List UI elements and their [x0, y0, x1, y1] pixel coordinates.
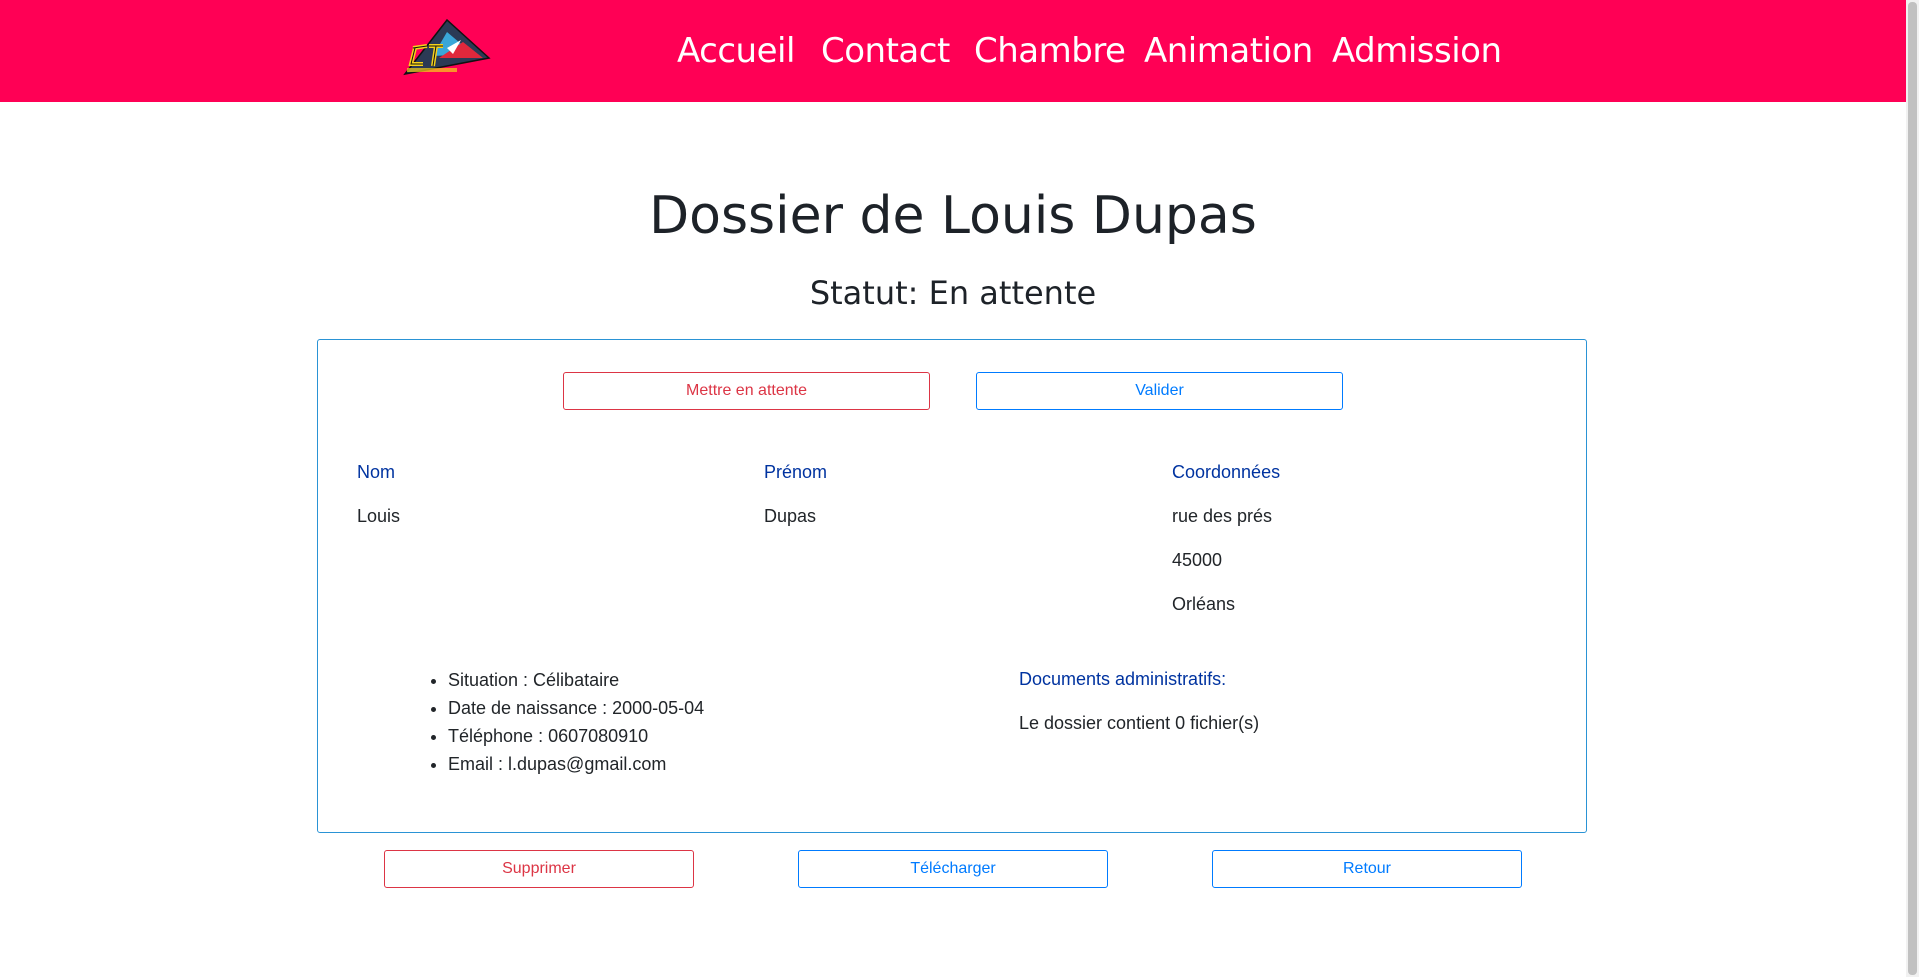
prenom-value: Dupas — [764, 506, 817, 526]
address-city: Orléans — [1172, 594, 1236, 614]
nav-link-animation[interactable]: Animation — [1144, 26, 1313, 76]
nav-link-chambre[interactable]: Chambre — [974, 26, 1126, 76]
top-navbar: Accueil Contact Chambre Animation Admiss… — [0, 0, 1906, 102]
nav-link-admission[interactable]: Admission — [1332, 26, 1502, 76]
documents-summary: Le dossier contient 0 fichier(s) — [1019, 713, 1260, 733]
detail-email: Email : l.dupas@gmail.com — [448, 750, 704, 778]
address-postcode: 45000 — [1172, 550, 1223, 570]
scrollbar-thumb[interactable] — [1908, 2, 1917, 975]
nav-link-contact[interactable]: Contact — [821, 26, 950, 76]
nom-value: Louis — [357, 506, 401, 526]
page-title: Dossier de Louis Dupas — [649, 186, 1257, 246]
page-scrollbar[interactable] — [1906, 0, 1919, 977]
documents-header: Documents administratifs: — [1019, 669, 1227, 689]
details-list: Situation : Célibataire Date de naissanc… — [422, 666, 704, 778]
address-street: rue des prés — [1172, 506, 1273, 526]
nom-header: Nom — [357, 462, 396, 482]
validate-button[interactable]: Valider — [976, 372, 1343, 410]
status-heading: Statut: En attente — [809, 274, 1097, 312]
back-button[interactable]: Retour — [1212, 850, 1522, 888]
detail-birthdate: Date de naissance : 2000-05-04 — [448, 694, 704, 722]
detail-situation: Situation : Célibataire — [448, 666, 704, 694]
hold-button[interactable]: Mettre en attente — [563, 372, 930, 410]
detail-phone: Téléphone : 0607080910 — [448, 722, 704, 750]
nav-link-accueil[interactable]: Accueil — [677, 26, 795, 76]
dt-triangle-logo-icon[interactable] — [403, 18, 491, 78]
prenom-header: Prénom — [764, 462, 828, 482]
download-button[interactable]: Télécharger — [798, 850, 1108, 888]
coordonnees-header: Coordonnées — [1172, 462, 1281, 482]
delete-button[interactable]: Supprimer — [384, 850, 694, 888]
